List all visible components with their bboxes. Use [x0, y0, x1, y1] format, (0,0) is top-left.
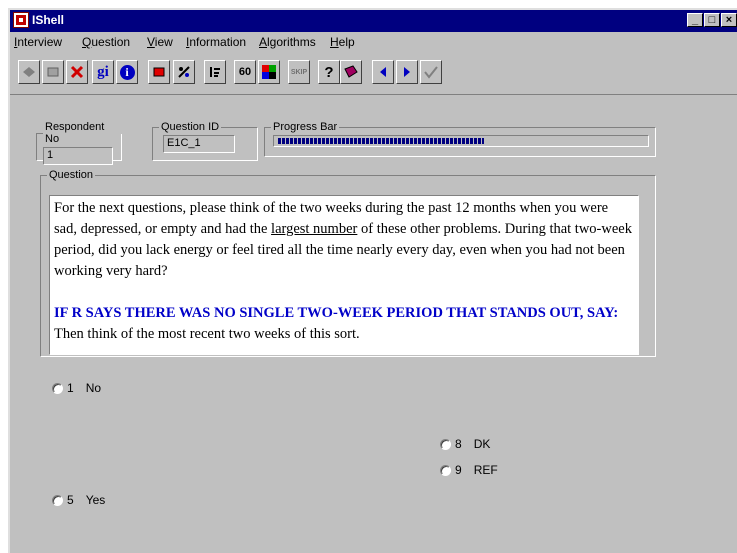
- color-palette-icon[interactable]: [258, 60, 280, 84]
- menu-information[interactable]: Information: [186, 35, 246, 49]
- option-yes[interactable]: 5 Yes: [52, 493, 105, 507]
- option-ref-code: 9: [455, 463, 462, 477]
- interviewer-instruction: IF R SAYS THERE WAS NO SINGLE TWO-WEEK P…: [54, 305, 619, 321]
- skip-button[interactable]: SKIP: [288, 60, 310, 84]
- toolbar: gi i 60 SKIP ?: [10, 54, 737, 92]
- progress-label: Progress Bar: [273, 121, 338, 133]
- option-yes-label: Yes: [85, 493, 106, 507]
- menu-question[interactable]: Question: [82, 35, 130, 49]
- gi-label: gi: [97, 63, 109, 80]
- calculator-icon[interactable]: [173, 60, 195, 84]
- respondent-field: 1: [43, 147, 113, 165]
- eraser-icon[interactable]: [148, 60, 170, 84]
- menu-view[interactable]: View: [147, 35, 173, 49]
- menu-help[interactable]: Help: [330, 35, 355, 49]
- check-icon[interactable]: [420, 60, 442, 84]
- question-text: For the next questions, please think of …: [49, 195, 639, 355]
- question-id-group: Question ID E1C_1: [152, 121, 258, 161]
- progress-group: Progress Bar: [264, 121, 656, 157]
- next-icon[interactable]: [396, 60, 418, 84]
- question-group: Question For the next questions, please …: [40, 169, 656, 357]
- option-ref-label: REF: [473, 463, 498, 477]
- radio-dk[interactable]: [440, 438, 451, 450]
- help-label: ?: [324, 63, 334, 81]
- radio-no[interactable]: [52, 382, 63, 394]
- title-bar[interactable]: IShell _ □ ×: [10, 10, 737, 32]
- close-button[interactable]: ×: [721, 13, 737, 27]
- respondent-label: Respondent No: [45, 121, 105, 145]
- app-icon[interactable]: [13, 12, 29, 28]
- question-underlined: largest number: [271, 221, 358, 237]
- book-help-icon[interactable]: [340, 60, 362, 84]
- app-window: IShell _ □ × Interview Question View Inf…: [8, 8, 737, 553]
- menu-interview[interactable]: Interview: [14, 35, 62, 49]
- option-yes-code: 5: [67, 493, 74, 507]
- option-dk[interactable]: 8 DK: [440, 437, 490, 451]
- instruction-followup: Then think of the most recent two weeks …: [54, 326, 360, 342]
- menu-bar: Interview Question View Information Algo…: [10, 32, 737, 52]
- option-no-label: No: [85, 381, 102, 395]
- window-title: IShell: [32, 13, 65, 27]
- progress-bar: [273, 135, 649, 147]
- menu-algorithms[interactable]: Algorithms: [259, 35, 316, 49]
- glasses-icon[interactable]: 60: [234, 60, 256, 84]
- option-dk-code: 8: [455, 437, 462, 451]
- radio-ref[interactable]: [440, 464, 451, 476]
- question-id-field: E1C_1: [163, 135, 235, 153]
- gi-button[interactable]: gi: [92, 60, 114, 84]
- content-area: Respondent No 1 Question ID E1C_1 Progre…: [10, 94, 737, 553]
- caption-buttons: _ □ ×: [686, 13, 737, 29]
- info-label: i: [119, 64, 135, 80]
- previous-icon[interactable]: [372, 60, 394, 84]
- option-no[interactable]: 1 No: [52, 381, 101, 395]
- maximize-button[interactable]: □: [704, 13, 720, 27]
- option-ref[interactable]: 9 REF: [440, 463, 498, 477]
- help-icon[interactable]: ?: [318, 60, 340, 84]
- info-icon[interactable]: i: [116, 60, 138, 84]
- book-icon[interactable]: [18, 60, 40, 84]
- list-icon[interactable]: [204, 60, 226, 84]
- question-label: Question: [49, 169, 94, 181]
- sixty-label: 60: [238, 66, 252, 78]
- question-id-label: Question ID: [161, 121, 220, 133]
- option-no-code: 1: [67, 381, 74, 395]
- minimize-button[interactable]: _: [687, 13, 703, 27]
- skip-label: SKIP: [290, 68, 308, 76]
- progress-fill: [278, 138, 484, 144]
- option-dk-label: DK: [473, 437, 491, 451]
- notes-icon[interactable]: [42, 60, 64, 84]
- respondent-group: Respondent No 1: [36, 121, 122, 165]
- delete-icon[interactable]: [66, 60, 88, 84]
- radio-yes[interactable]: [52, 494, 63, 506]
